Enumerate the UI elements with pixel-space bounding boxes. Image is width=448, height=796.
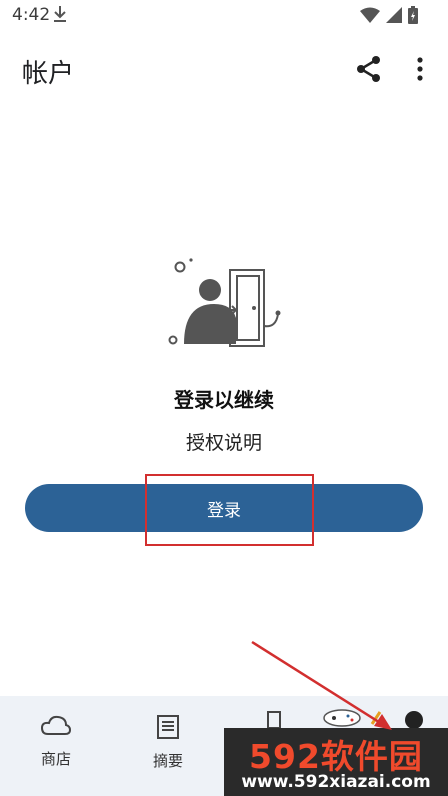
annotation-highlight-box — [145, 474, 314, 546]
digest-icon — [157, 715, 179, 739]
nav-item-digest-label: 摘要 — [152, 752, 183, 770]
app-bar: 帐户 — [0, 40, 448, 100]
watermark-url: www.592xiazai.com — [241, 772, 431, 792]
status-bar: 4:42 — [0, 0, 448, 30]
signal-icon — [386, 7, 402, 23]
login-illustration — [168, 258, 281, 347]
cloud-icon — [40, 715, 72, 735]
download-icon — [54, 6, 66, 22]
share-icon[interactable] — [354, 54, 384, 84]
watermark-decoration-icon — [267, 709, 423, 729]
nav-item-store-label: 商店 — [40, 750, 71, 768]
login-heading: 登录以继续 — [174, 388, 274, 412]
more-options-icon[interactable] — [408, 54, 432, 84]
nav-item-digest[interactable]: 摘要 — [138, 714, 198, 771]
nav-item-store[interactable]: 商店 — [26, 714, 86, 769]
wifi-icon — [360, 7, 380, 23]
watermark-brand: 592软件园 — [249, 737, 423, 776]
auth-description-link[interactable]: 授权说明 — [0, 428, 448, 455]
page-title: 帐户 — [22, 59, 75, 89]
status-time: 4:42 — [12, 5, 51, 25]
watermark-logo: 592软件园 www.592xiazai.com — [224, 728, 448, 796]
battery-icon — [408, 6, 418, 24]
